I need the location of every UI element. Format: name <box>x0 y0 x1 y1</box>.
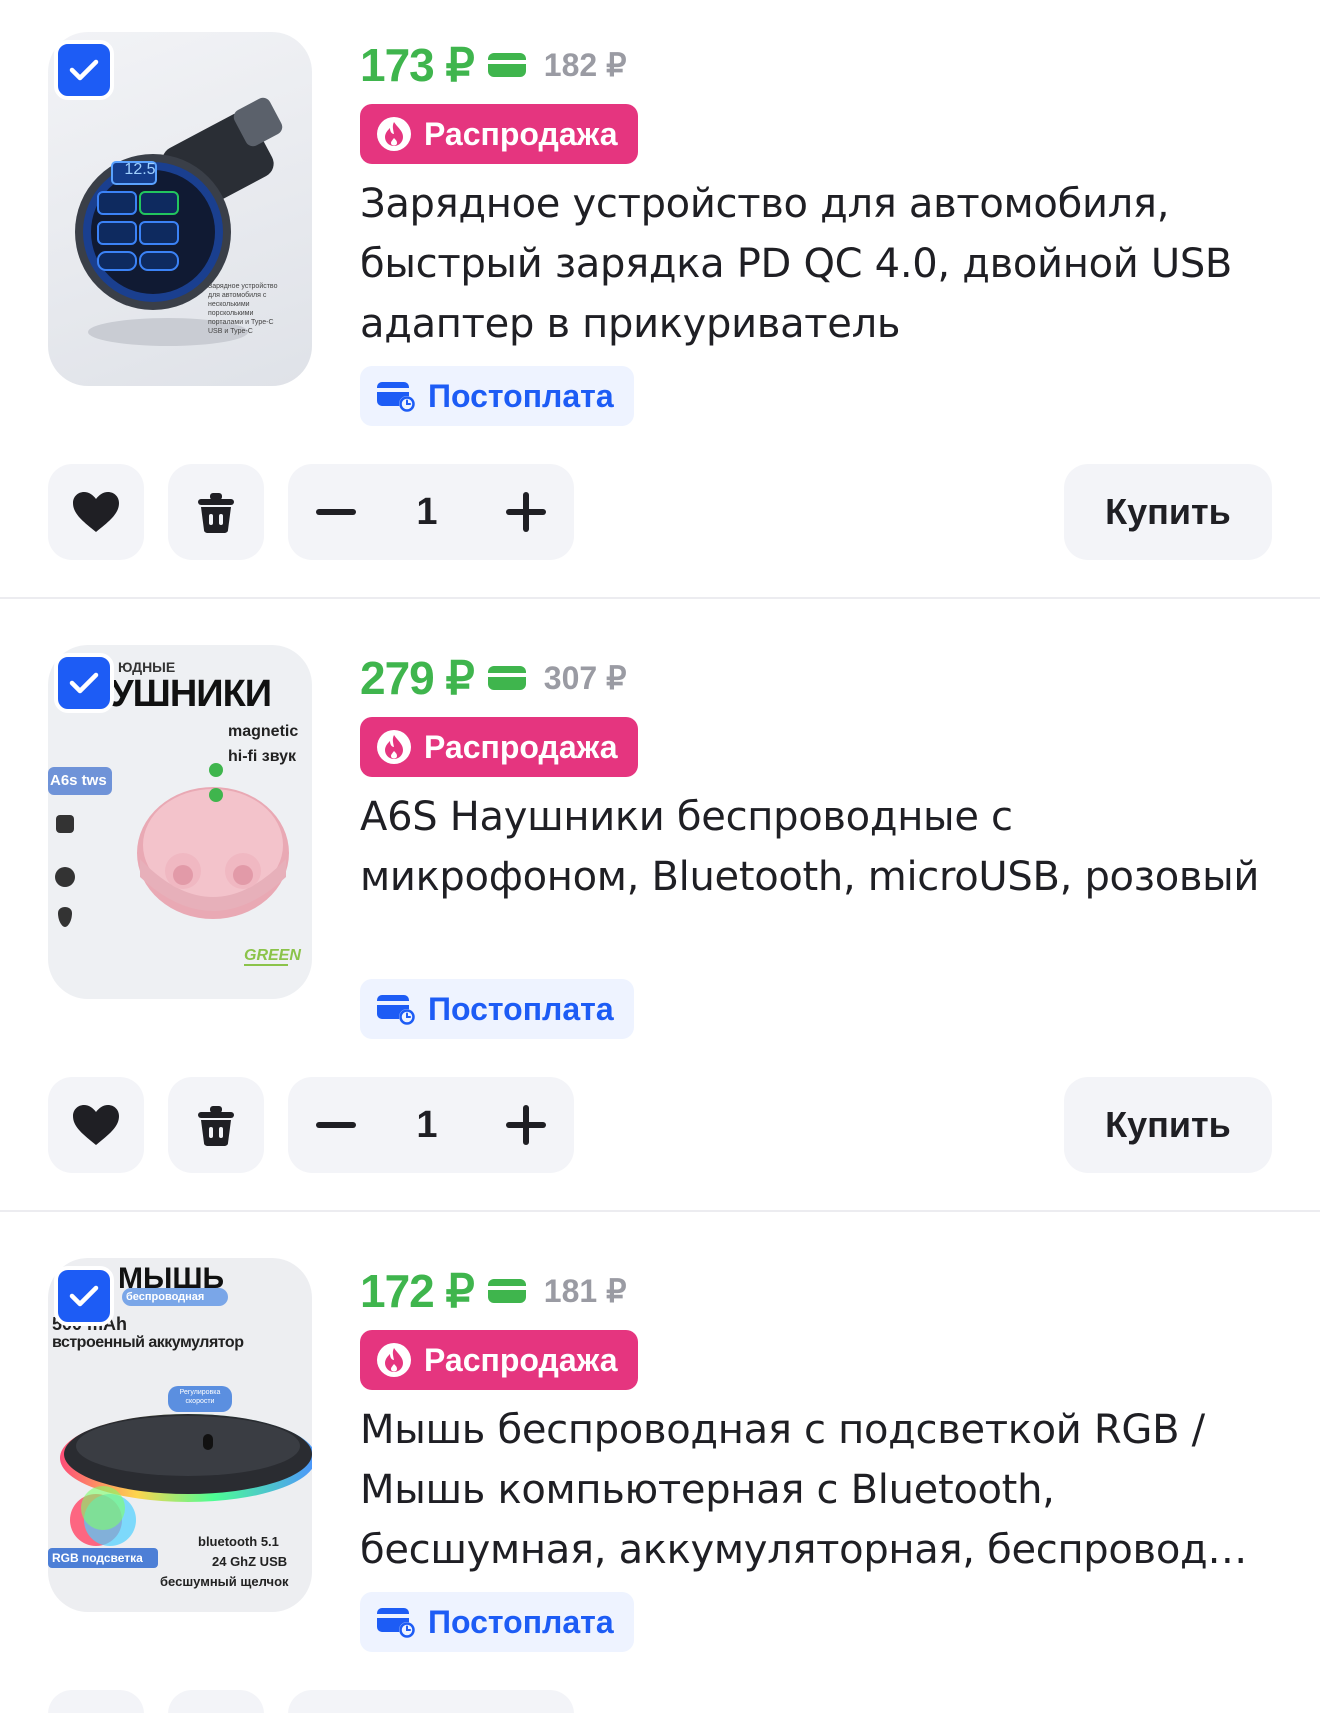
wallet-card-icon <box>487 1279 526 1303</box>
wallet-card-icon <box>487 666 526 690</box>
heart-icon <box>73 1105 119 1145</box>
favorite-button[interactable] <box>48 1077 144 1173</box>
product-title[interactable]: A6S Наушники беспроводные с микрофоном, … <box>360 787 1280 967</box>
image-feature-hifi: hi-fi звук <box>228 748 297 765</box>
image-model-tag: A6s tws <box>50 772 107 789</box>
item-select-checkbox[interactable] <box>54 1266 114 1326</box>
plus-icon <box>506 492 546 532</box>
heart-icon <box>73 492 119 532</box>
image-heading-big: УШНИКИ <box>110 673 272 715</box>
minus-icon <box>316 509 356 515</box>
old-price: 182 ₽ <box>543 47 627 83</box>
image-speed-note: Регулировка скорости <box>179 1389 221 1405</box>
wallet-card-icon <box>487 53 526 77</box>
image-subtitle: беспроводная <box>126 1291 205 1303</box>
sale-label: Распродажа <box>424 115 618 152</box>
image-feature-magnetic: magnetic <box>228 723 299 740</box>
quantity-value: 1 <box>416 1103 438 1146</box>
product-title[interactable]: Мышь беспроводная с подсветкой RGB / Мыш… <box>360 1400 1280 1580</box>
item-info: 172 ₽ 181 ₽ Распродажа Мышь беспроводная… <box>360 1265 1280 1652</box>
quantity-value: 1 <box>416 490 438 533</box>
quantity-stepper: 1 <box>288 464 574 560</box>
postpay-label: Постоплата <box>428 377 614 414</box>
item-select-checkbox[interactable] <box>54 40 114 100</box>
favorite-button[interactable] <box>48 464 144 560</box>
checkbox-checked-icon <box>69 672 99 694</box>
increase-button[interactable] <box>494 1077 558 1173</box>
item-actions-partial <box>48 1690 1272 1713</box>
sale-badge: Распродажа <box>360 1330 638 1390</box>
item-info: 173 ₽ 182 ₽ Распродажа Зарядное устройст… <box>360 39 1280 426</box>
postpay-tag[interactable]: Постоплата <box>360 979 634 1039</box>
postpay-card-clock-icon <box>377 1608 415 1638</box>
quantity-stepper: 1 <box>288 1077 574 1173</box>
postpay-card-clock-icon <box>377 382 415 412</box>
display-readout: 12.5 <box>124 161 156 178</box>
sale-label: Распродажа <box>424 728 618 765</box>
item-select-checkbox[interactable] <box>54 653 114 713</box>
sale-badge: Распродажа <box>360 104 638 164</box>
quantity-stepper[interactable] <box>288 1690 574 1713</box>
postpay-tag[interactable]: Постоплата <box>360 366 634 426</box>
postpay-tag[interactable]: Постоплата <box>360 1592 634 1652</box>
item-info: 279 ₽ 307 ₽ Распродажа A6S Наушники бесп… <box>360 652 1280 1039</box>
image-caption: Зарядное устройство для автомобиля с нес… <box>208 283 278 335</box>
decrease-button[interactable] <box>304 1077 368 1173</box>
decrease-button[interactable] <box>304 464 368 560</box>
postpay-label: Постоплата <box>428 1603 614 1640</box>
current-price: 279 ₽ <box>360 652 475 704</box>
postpay-label: Постоплата <box>428 990 614 1027</box>
image-battery-note: встроенный аккумулятор <box>52 1334 244 1351</box>
delete-button[interactable] <box>168 1077 264 1173</box>
buy-button[interactable]: Купить <box>1064 464 1272 560</box>
fire-icon <box>377 117 411 151</box>
delete-button[interactable] <box>168 1690 264 1713</box>
fire-icon <box>377 730 411 764</box>
trash-icon <box>198 493 234 533</box>
trash-icon <box>198 1106 234 1146</box>
old-price: 307 ₽ <box>543 660 627 696</box>
plus-icon <box>506 1105 546 1145</box>
image-spec-usb: 24 GhZ USB <box>212 1554 288 1569</box>
cart-item: ЮДНЫЕ УШНИКИ magnetic hi-fi звук A6s tws… <box>0 613 1320 1226</box>
checkbox-checked-icon <box>69 59 99 81</box>
cart-item: 12.5 Зарядное устройство для автомобиля … <box>0 0 1320 613</box>
checkbox-checked-icon <box>69 1285 99 1307</box>
delete-button[interactable] <box>168 464 264 560</box>
item-actions: 1 Купить <box>48 464 1272 562</box>
cart-item: МЫШЬ беспроводная 500 mAh встроенный акк… <box>0 1226 1320 1713</box>
old-price: 181 ₽ <box>543 1273 627 1309</box>
buy-button[interactable]: Купить <box>1064 1077 1272 1173</box>
favorite-button[interactable] <box>48 1690 144 1713</box>
product-title[interactable]: Зарядное устройство для автомобиля, быст… <box>360 174 1280 354</box>
sale-label: Распродажа <box>424 1341 618 1378</box>
postpay-card-clock-icon <box>377 995 415 1025</box>
item-divider <box>0 597 1320 599</box>
current-price: 172 ₽ <box>360 1265 475 1317</box>
sale-badge: Распродажа <box>360 717 638 777</box>
image-brand: GREEN <box>244 947 301 964</box>
image-rgb-tag: RGB подсветка <box>52 1551 143 1565</box>
item-divider <box>0 1210 1320 1212</box>
item-actions: 1 Купить <box>48 1077 1272 1175</box>
minus-icon <box>316 1122 356 1128</box>
current-price: 173 ₽ <box>360 39 475 91</box>
increase-button[interactable] <box>494 464 558 560</box>
image-spec-silent: бесшумный щелчок <box>160 1574 289 1589</box>
image-spec-bluetooth: bluetooth 5.1 <box>198 1534 279 1549</box>
fire-icon <box>377 1343 411 1377</box>
